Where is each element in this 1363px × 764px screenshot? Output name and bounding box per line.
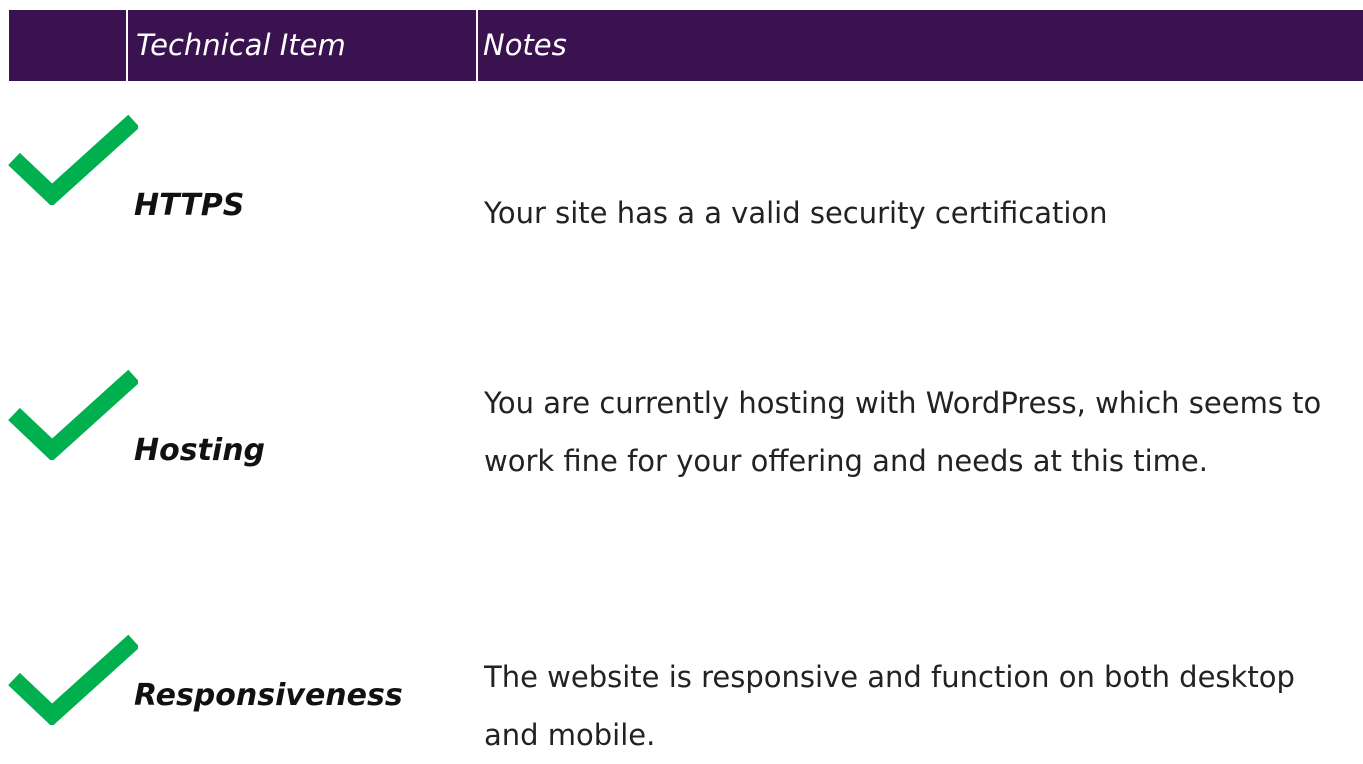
header-label-notes: Notes [483, 28, 567, 62]
table-header-row: Technical Item Notes [9, 10, 1363, 81]
note-text: The website is responsive and function o… [484, 660, 1295, 752]
header-divider [126, 10, 128, 81]
header-cell-status [9, 10, 125, 81]
check-icon [8, 368, 138, 460]
item-label: Responsiveness [134, 678, 403, 713]
header-cell-technical-item: Technical Item [136, 10, 476, 81]
item-label: Hosting [134, 433, 266, 468]
note-text: Your site has a a valid security certifi… [484, 196, 1108, 230]
check-icon [8, 113, 138, 205]
note-text: You are currently hosting with WordPress… [484, 386, 1322, 478]
header-divider [476, 10, 478, 81]
technical-items-table: Technical Item Notes HTTPS Your site has… [0, 0, 1363, 752]
header-cell-notes: Notes [483, 10, 1353, 81]
item-label: HTTPS [134, 188, 245, 223]
header-label-technical-item: Technical Item [136, 28, 346, 62]
check-icon [8, 633, 138, 725]
